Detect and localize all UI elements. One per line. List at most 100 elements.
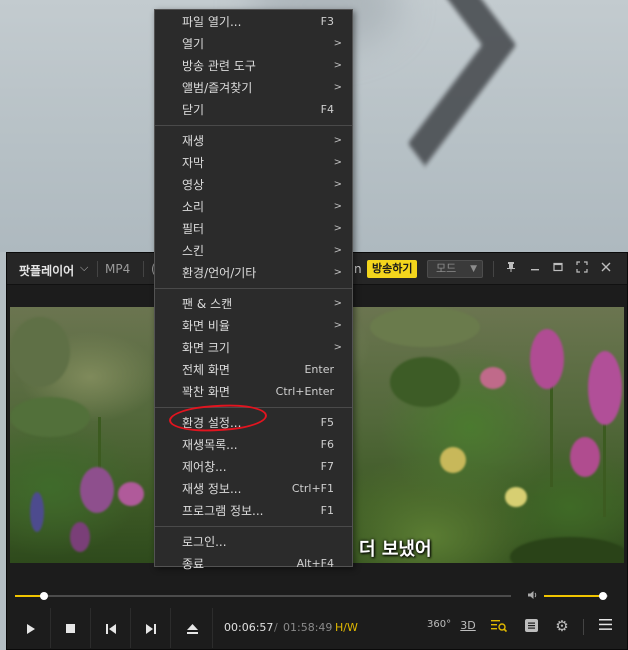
menu-item[interactable]: 파일 열기... F3 [155,11,352,33]
menu-item-label: 화면 비율 [182,319,230,333]
mode-select[interactable]: 모드 ▼ [427,260,483,278]
previous-icon [105,623,116,634]
flower [530,329,564,389]
next-icon [145,623,156,634]
menu-item[interactable]: 영상 > [155,174,352,196]
menu-item-label: 팬 & 스캔 [182,297,233,311]
foliage [10,397,90,437]
time-separator: / [274,621,278,634]
format-label: MP4 [105,262,131,276]
menu-item-shortcut: F7 [320,460,334,473]
menu-item-label: 꽉찬 화면 [182,385,230,399]
menu-item[interactable]: 환경 설정... F5 [155,412,352,434]
menu-item[interactable]: 재생 정보... Ctrl+F1 [155,478,352,500]
submenu-arrow-icon: > [333,82,342,93]
submenu-arrow-icon: > [333,245,342,256]
menu-item[interactable]: 제어창... F7 [155,456,352,478]
seek-bar[interactable] [15,595,511,597]
menu-item[interactable]: 소리 > [155,196,352,218]
menu-item-label: 환경/언어/기타 [182,266,257,280]
menu-item[interactable]: 환경/언어/기타 > [155,262,352,284]
menu-item[interactable]: 앨범/즐겨찾기 > [155,77,352,99]
foliage [10,317,70,387]
chevron-down-icon[interactable]: ⌵ [80,261,88,275]
menu-item-label: 재생목록... [182,438,238,452]
submenu-arrow-icon: > [333,342,342,353]
submenu-arrow-icon: > [333,135,342,146]
menu-item-label: 종료 [182,557,205,571]
menu-item-label: 화면 크기 [182,341,230,355]
stop-icon [66,624,75,633]
volume-handle[interactable] [599,592,607,600]
menu-item-label: 닫기 [182,103,205,117]
menu-item-shortcut: Ctrl+F1 [291,482,334,495]
gear-icon[interactable]: ⚙ [551,617,573,635]
flower [30,492,44,532]
menu-separator [155,288,352,289]
flower [118,482,144,506]
menu-item[interactable]: 종료 Alt+F4 [155,553,352,575]
menu-item[interactable]: 방송 관련 도구 > [155,55,352,77]
flower [588,351,622,425]
menu-item[interactable]: 재생목록... F6 [155,434,352,456]
play-icon [26,623,35,634]
menu-item[interactable]: 열기 > [155,33,352,55]
minimize-icon[interactable] [527,261,543,278]
menu-item[interactable]: 꽉찬 화면 Ctrl+Enter [155,381,352,403]
menu-item[interactable]: 전체 화면 Enter [155,359,352,381]
menu-icon[interactable] [594,619,616,633]
menu-item-shortcut: F1 [320,504,334,517]
menu-separator [155,407,352,408]
flower [70,522,90,552]
vr-360-button[interactable]: 360° [427,619,451,630]
menu-item-label: 열기 [182,37,205,51]
submenu-arrow-icon: > [333,60,342,71]
divider [143,261,144,277]
submenu-arrow-icon: > [333,38,342,49]
submenu-arrow-icon: > [333,298,342,309]
current-time: 00:06:57 [224,621,274,634]
menu-item-shortcut: Enter [304,363,334,376]
control-bar: 00:06:57 / 01:58:49 H/W 360° 3D ⚙ [7,608,627,650]
hw-decoder-toggle[interactable]: H/W [335,621,358,634]
flower [480,367,506,389]
brand-menu-button[interactable]: 팟플레이어 [19,262,74,279]
menu-item[interactable]: 화면 비율 > [155,315,352,337]
play-button[interactable] [11,608,51,648]
submenu-arrow-icon: > [333,223,342,234]
pin-icon[interactable] [503,261,519,278]
previous-button[interactable] [91,608,131,648]
seek-row [7,587,627,605]
close-icon[interactable] [598,261,614,278]
menu-item[interactable]: 재생 > [155,130,352,152]
3d-button[interactable]: 3D [457,619,479,632]
broadcast-button[interactable]: 방송하기 [367,260,418,278]
menu-item[interactable]: 스킨 > [155,240,352,262]
background-chevron-shape [333,0,517,166]
menu-item[interactable]: 화면 크기 > [155,337,352,359]
eject-button[interactable] [173,608,213,648]
fullscreen-icon[interactable] [574,261,590,278]
menu-item[interactable]: 프로그램 정보... F1 [155,500,352,522]
menu-item[interactable]: 닫기 F4 [155,99,352,121]
flower [80,467,114,513]
next-button[interactable] [131,608,171,648]
menu-item[interactable]: 자막 > [155,152,352,174]
submenu-arrow-icon: > [333,267,342,278]
menu-item[interactable]: 로그인... [155,531,352,553]
stop-button[interactable] [51,608,91,648]
menu-item[interactable]: 필터 > [155,218,352,240]
list-icon[interactable] [520,619,542,635]
divider [493,261,494,277]
context-menu: 파일 열기... F3 열기 > 방송 관련 도구 > 앨범/즐겨찾기 > 닫기 F4 재생 > 자막 >… [154,9,353,571]
menu-item[interactable]: 팬 & 스캔 > [155,293,352,315]
playlist-search-icon[interactable] [488,619,510,636]
menu-item-shortcut: Ctrl+Enter [275,385,334,398]
menu-item-label: 재생 [182,134,205,148]
menu-item-label: 영상 [182,178,205,192]
maximize-icon[interactable] [550,261,566,278]
mode-select-value: 모드 [436,262,457,275]
menu-item-shortcut: F4 [320,103,334,116]
seek-handle[interactable] [40,592,48,600]
speaker-icon[interactable] [527,590,538,603]
